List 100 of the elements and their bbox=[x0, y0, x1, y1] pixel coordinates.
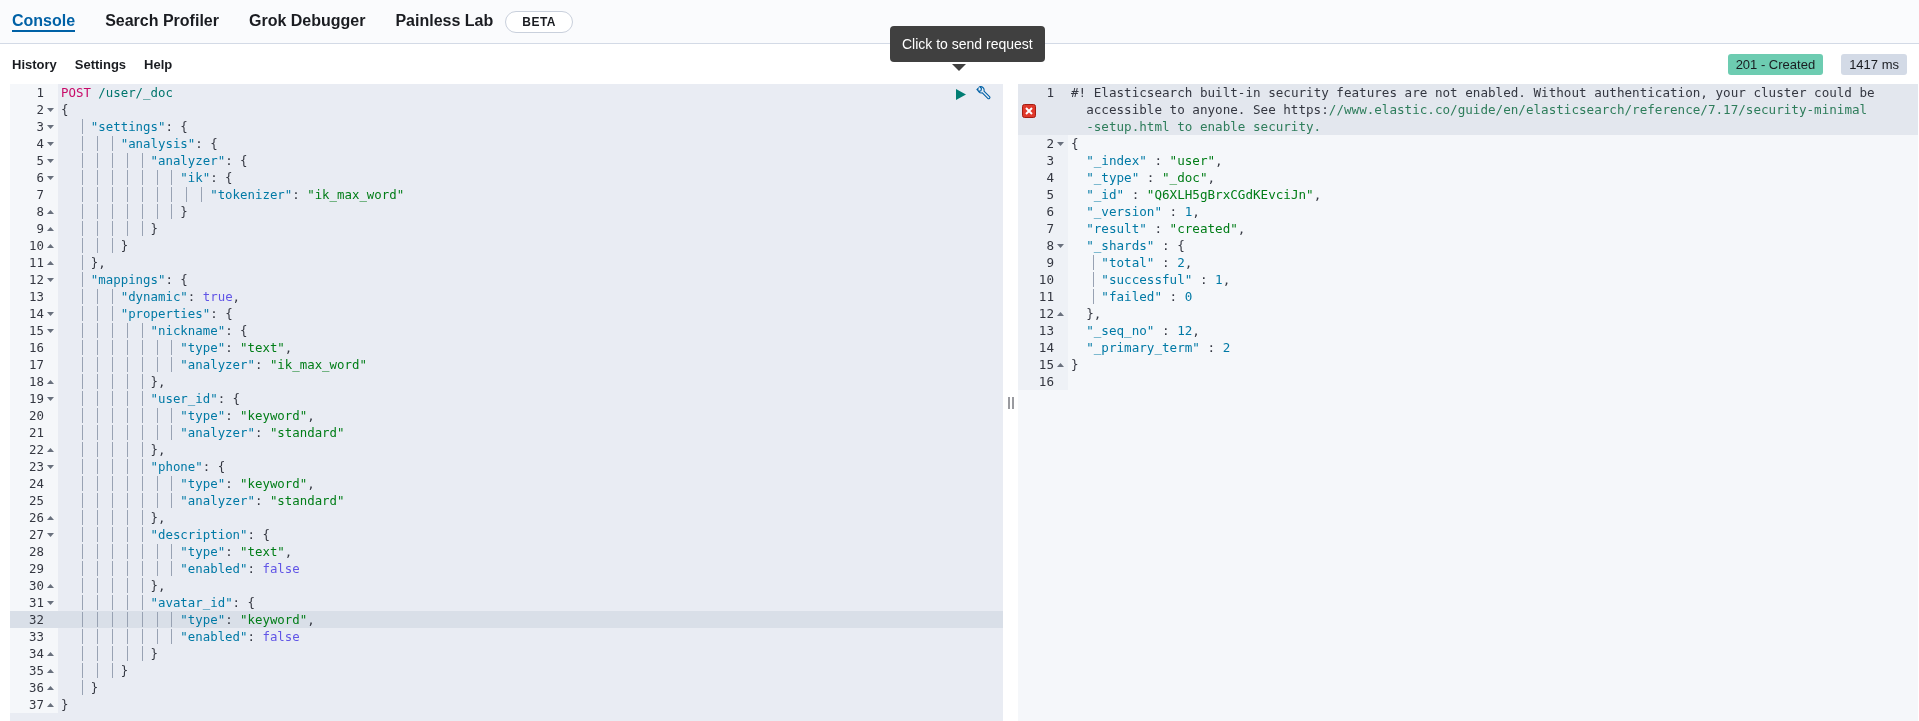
code-line: "analyzer": { bbox=[58, 152, 248, 169]
line-number: 5 bbox=[36, 152, 44, 169]
fold-arrow-icon[interactable] bbox=[1057, 140, 1064, 147]
fold-arrow-icon[interactable] bbox=[47, 395, 54, 402]
fold-arrow-icon[interactable] bbox=[47, 378, 54, 385]
code-line: "user_id": { bbox=[58, 390, 241, 407]
resize-handle-icon[interactable] bbox=[1007, 396, 1014, 409]
line-number: 28 bbox=[29, 543, 44, 560]
code-line: "failed" : 0 bbox=[1068, 288, 1193, 305]
code-line: "enabled": false bbox=[58, 560, 300, 577]
fold-arrow-icon[interactable] bbox=[47, 667, 54, 674]
fold-arrow-icon[interactable] bbox=[1057, 242, 1064, 249]
code-line: "avatar_id": { bbox=[58, 594, 255, 611]
nav-tab[interactable]: Grok Debugger bbox=[248, 11, 366, 32]
code-line: "_index" : "user", bbox=[1068, 152, 1223, 169]
fold-arrow-icon[interactable] bbox=[47, 106, 54, 113]
line-number: 8 bbox=[36, 203, 44, 220]
fold-arrow-icon[interactable] bbox=[47, 327, 54, 334]
menu-item[interactable]: Settings bbox=[74, 56, 127, 72]
line-number: 5 bbox=[1046, 186, 1054, 203]
line-number: 19 bbox=[29, 390, 44, 407]
fold-arrow-icon[interactable] bbox=[47, 174, 54, 181]
line-number: 16 bbox=[29, 339, 44, 356]
line-number: 3 bbox=[36, 118, 44, 135]
line-number: 1 bbox=[1046, 84, 1054, 101]
code-line: "type": "text", bbox=[58, 339, 293, 356]
play-icon bbox=[955, 87, 967, 101]
nav-tab[interactable]: Console bbox=[12, 11, 76, 32]
code-line: "type": "keyword", bbox=[58, 611, 315, 628]
line-number: 8 bbox=[1046, 237, 1054, 254]
wrench-icon bbox=[975, 86, 991, 102]
code-line: "total" : 2, bbox=[1068, 254, 1193, 271]
nav-tab[interactable]: Painless Lab bbox=[395, 11, 494, 32]
fold-arrow-icon[interactable] bbox=[47, 123, 54, 130]
fold-arrow-icon[interactable] bbox=[47, 259, 54, 266]
line-number: 35 bbox=[29, 662, 44, 679]
fold-arrow-icon[interactable] bbox=[47, 463, 54, 470]
code-line: "enabled": false bbox=[58, 628, 300, 645]
code-line: "tokenizer": "ik_max_word" bbox=[58, 186, 405, 203]
line-number: 13 bbox=[1038, 322, 1054, 339]
menu-item[interactable]: Help bbox=[144, 56, 173, 72]
line-number: 18 bbox=[29, 373, 44, 390]
line-number: 7 bbox=[1046, 220, 1054, 237]
code-line: "successful" : 1, bbox=[1068, 271, 1231, 288]
line-number: 34 bbox=[29, 645, 44, 662]
fold-arrow-icon[interactable] bbox=[47, 684, 54, 691]
code-line: "mappings": { bbox=[58, 271, 188, 288]
line-number: 29 bbox=[29, 560, 44, 577]
tooltip: Click to send request bbox=[890, 26, 1045, 62]
line-number: 24 bbox=[29, 475, 44, 492]
fold-arrow-icon[interactable] bbox=[47, 225, 54, 232]
fold-arrow-icon[interactable] bbox=[47, 446, 54, 453]
fold-arrow-icon[interactable] bbox=[47, 514, 54, 521]
line-number: 9 bbox=[1046, 254, 1054, 271]
line-number: 2 bbox=[1046, 135, 1054, 152]
line-number: 36 bbox=[29, 679, 44, 696]
fold-arrow-icon[interactable] bbox=[1057, 361, 1064, 368]
fold-arrow-icon[interactable] bbox=[47, 582, 54, 589]
fold-arrow-icon[interactable] bbox=[47, 701, 54, 708]
line-number: 4 bbox=[36, 135, 44, 152]
fold-arrow-icon[interactable] bbox=[47, 140, 54, 147]
fold-arrow-icon[interactable] bbox=[47, 208, 54, 215]
line-number: 7 bbox=[36, 186, 44, 203]
line-number: 6 bbox=[36, 169, 44, 186]
play-button[interactable] bbox=[955, 87, 967, 101]
fold-arrow-icon[interactable] bbox=[47, 531, 54, 538]
code-line: "_seq_no" : 12, bbox=[1068, 322, 1200, 339]
line-number: 13 bbox=[29, 288, 44, 305]
code-line: "type": "keyword", bbox=[58, 475, 315, 492]
beta-badge: BETA bbox=[505, 10, 574, 33]
line-number: 26 bbox=[29, 509, 44, 526]
line-number: 21 bbox=[29, 424, 44, 441]
status-badge: 201 - Created bbox=[1727, 53, 1824, 75]
settings-button[interactable] bbox=[975, 86, 991, 102]
fold-arrow-icon[interactable] bbox=[47, 310, 54, 317]
line-number: 14 bbox=[1038, 339, 1054, 356]
code-line: "nickname": { bbox=[58, 322, 248, 339]
code-line: "type": "keyword", bbox=[58, 407, 315, 424]
line-number: 12 bbox=[29, 271, 44, 288]
line-number: 2 bbox=[36, 101, 44, 118]
line-number: 20 bbox=[29, 407, 44, 424]
fold-arrow-icon[interactable] bbox=[47, 276, 54, 283]
fold-arrow-icon[interactable] bbox=[47, 242, 54, 249]
code-line: { bbox=[60, 101, 69, 118]
menu-item[interactable]: History bbox=[12, 56, 57, 72]
fold-arrow-icon[interactable] bbox=[47, 650, 54, 657]
line-number: 30 bbox=[29, 577, 44, 594]
line-number: 10 bbox=[1038, 271, 1054, 288]
line-number: 22 bbox=[29, 441, 44, 458]
line-number: 6 bbox=[1046, 203, 1054, 220]
code-line: }, bbox=[1068, 305, 1102, 322]
code-line: "analyzer": "standard" bbox=[58, 492, 345, 509]
fold-arrow-icon[interactable] bbox=[47, 157, 54, 164]
line-number: 1 bbox=[36, 84, 44, 101]
code-line: "analyzer": "standard" bbox=[58, 424, 345, 441]
code-line: "dynamic": true, bbox=[58, 288, 241, 305]
nav-tab[interactable]: Search Profiler bbox=[105, 11, 219, 32]
code-line: "_primary_term" : 2 bbox=[1068, 339, 1231, 356]
fold-arrow-icon[interactable] bbox=[47, 599, 54, 606]
fold-arrow-icon[interactable] bbox=[1057, 310, 1064, 317]
